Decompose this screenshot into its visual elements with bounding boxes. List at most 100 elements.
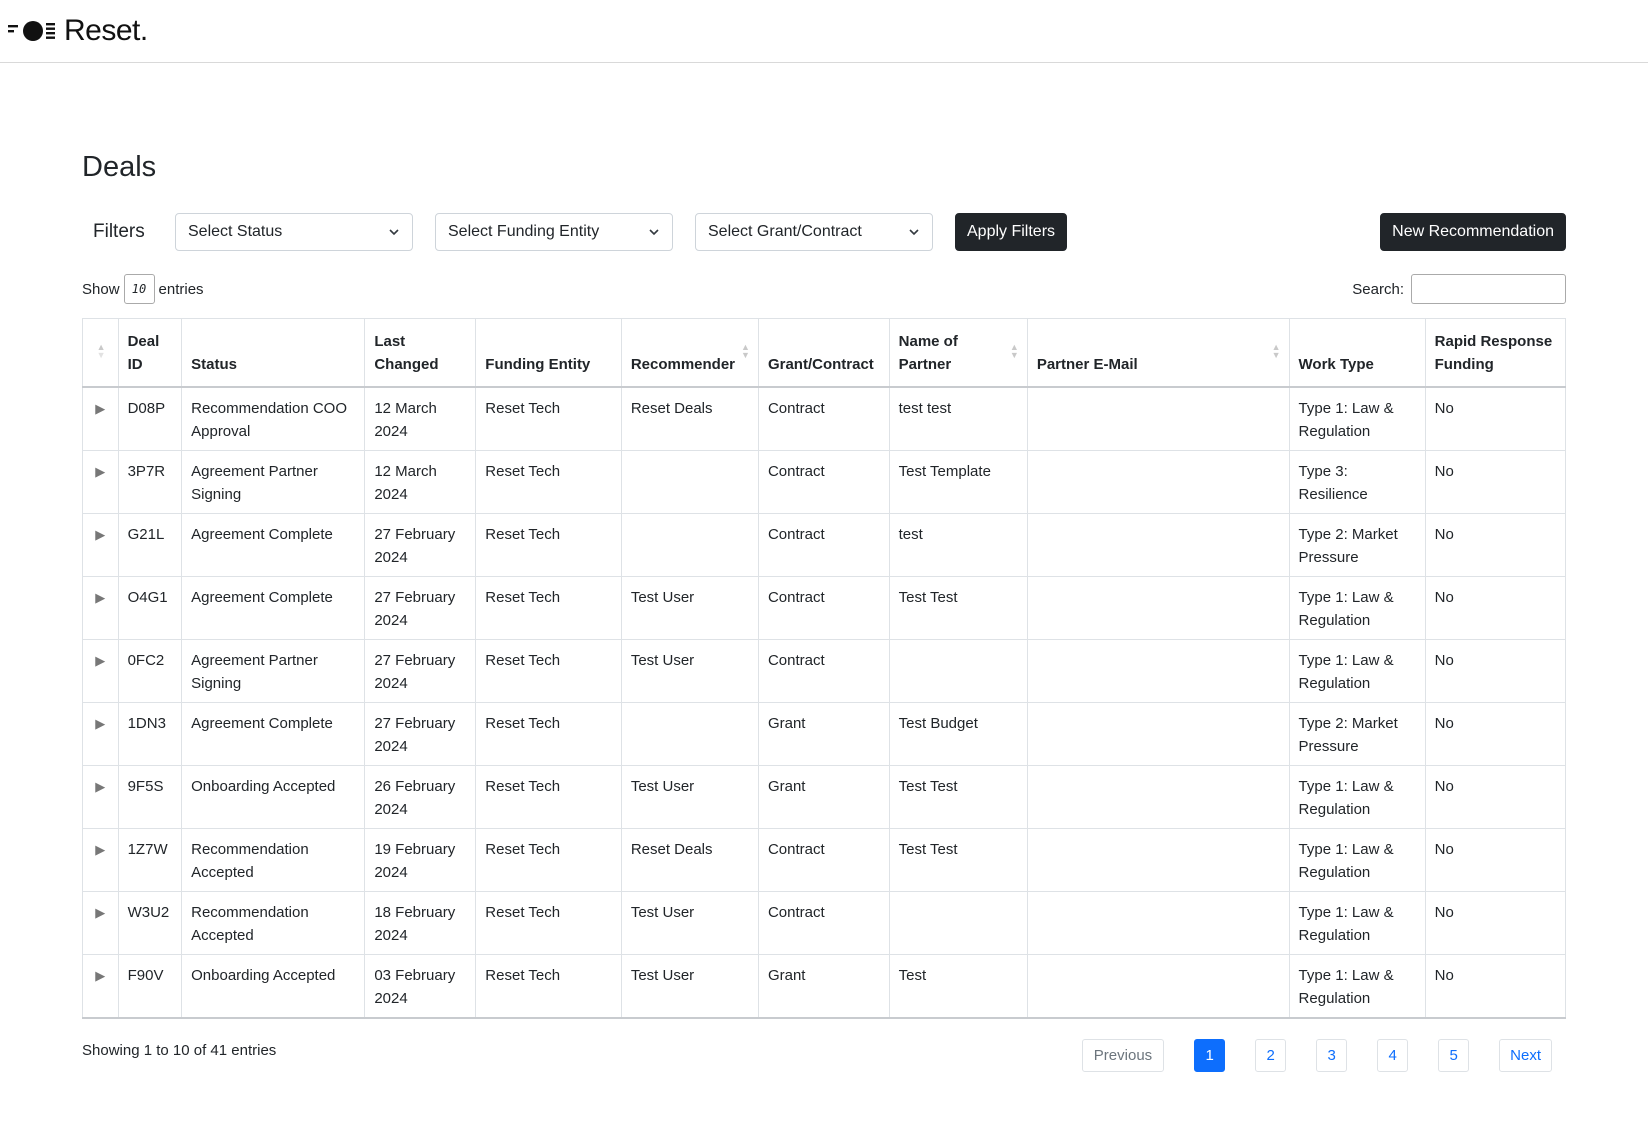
table-row[interactable]: ▶ W3U2 Recommendation Accepted 18 February … <box>82 891 1567 955</box>
expand-row-icon[interactable]: ▶ <box>82 450 119 514</box>
funding-entity-select[interactable]: Select Funding Entity <box>435 213 673 251</box>
column-header-grant-contract[interactable]: Grant/Contract <box>758 318 890 388</box>
column-header-partner-name[interactable]: Name of Partner ▲ ▼ <box>889 318 1028 388</box>
column-header-recommender[interactable]: Recommender ▲ ▼ <box>621 318 759 388</box>
table-row[interactable]: ▶ O4G1 Agreement Complete 27 February 2024 R… <box>82 576 1567 640</box>
cell-last-changed: 26 February 2024 <box>364 765 477 829</box>
expand-row-icon[interactable]: ▶ <box>82 702 119 766</box>
previous-page-button[interactable]: Previous <box>1081 1039 1165 1072</box>
cell-work-type: Type 1: Law & Regulation <box>1289 828 1426 892</box>
cell-work-type: Type 1: Law & Regulation <box>1289 954 1426 1019</box>
table-row[interactable]: ▶ 1Z7W Recommendation Accepted 19 February … <box>82 828 1567 892</box>
column-header-rapid-response[interactable]: Rapid Response Funding <box>1425 318 1567 388</box>
cell-status: Agreement Complete <box>181 513 366 577</box>
cell-deal-id: F90V <box>118 954 183 1019</box>
cell-rapid-response: No <box>1425 702 1567 766</box>
cell-partner-email <box>1027 576 1290 640</box>
cell-work-type: Type 2: Market Pressure <box>1289 513 1426 577</box>
cell-funding-entity: Reset Tech <box>475 702 622 766</box>
page-button-3[interactable]: 3 <box>1316 1039 1348 1072</box>
cell-funding-entity: Reset Tech <box>475 387 622 451</box>
search-input[interactable] <box>1411 274 1566 304</box>
cell-partner-name <box>889 639 1028 703</box>
cell-rapid-response: No <box>1425 954 1567 1019</box>
cell-status: Agreement Partner Signing <box>181 639 366 703</box>
cell-partner-name: test test <box>889 387 1028 451</box>
cell-deal-id: 3P7R <box>118 450 183 514</box>
chevron-down-icon <box>649 229 659 236</box>
expand-row-icon[interactable]: ▶ <box>82 576 119 640</box>
grant-contract-select[interactable]: Select Grant/Contract <box>695 213 933 251</box>
column-header-deal-id[interactable]: Deal ID <box>118 318 183 388</box>
expand-row-icon[interactable]: ▶ <box>82 765 119 829</box>
column-header-work-type[interactable]: Work Type <box>1289 318 1426 388</box>
main-content: Deals Filters Select Status Select Fundi… <box>0 153 1648 1072</box>
expand-column-header[interactable]: ▲ ▼ <box>82 318 119 388</box>
chevron-down-icon <box>909 229 919 236</box>
entries-label: entries <box>158 280 204 298</box>
page-button-1[interactable]: 1 <box>1194 1039 1226 1072</box>
cell-recommender: Test User <box>621 576 759 640</box>
page-button-2[interactable]: 2 <box>1255 1039 1287 1072</box>
cell-deal-id: G21L <box>118 513 183 577</box>
expand-row-icon[interactable]: ▶ <box>82 639 119 703</box>
cell-grant-contract: Contract <box>758 450 890 514</box>
cell-partner-email <box>1027 765 1290 829</box>
expand-row-icon[interactable]: ▶ <box>82 828 119 892</box>
cell-last-changed: 12 March 2024 <box>364 387 477 451</box>
cell-recommender: Test User <box>621 954 759 1019</box>
apply-filters-button[interactable]: Apply Filters <box>955 213 1068 251</box>
cell-recommender: Test User <box>621 765 759 829</box>
cell-partner-email <box>1027 954 1290 1019</box>
column-header-funding-entity[interactable]: Funding Entity <box>475 318 622 388</box>
cell-partner-name: Test Template <box>889 450 1028 514</box>
grant-select-value: Select Grant/Contract <box>708 223 862 240</box>
table-header-row: ▲ ▼ Deal ID Status Last Changed Funding Ent… <box>82 318 1567 388</box>
cell-funding-entity: Reset Tech <box>475 828 622 892</box>
funding-select-value: Select Funding Entity <box>448 223 600 240</box>
cell-last-changed: 19 February 2024 <box>364 828 477 892</box>
expand-row-icon[interactable]: ▶ <box>82 891 119 955</box>
column-header-partner-email[interactable]: Partner E-Mail ▲ ▼ <box>1027 318 1290 388</box>
cell-partner-email <box>1027 702 1290 766</box>
table-row[interactable]: ▶ 9F5S Onboarding Accepted 26 February 2024… <box>82 765 1567 829</box>
table-footer: Showing 1 to 10 of 41 entries Previous 1… <box>82 1039 1566 1072</box>
page-button-5[interactable]: 5 <box>1438 1039 1470 1072</box>
pagination: Previous 1 2 3 4 5 Next <box>1081 1039 1552 1072</box>
cell-last-changed: 27 February 2024 <box>364 576 477 640</box>
column-header-last-changed[interactable]: Last Changed <box>364 318 477 388</box>
page-button-4[interactable]: 4 <box>1377 1039 1409 1072</box>
cell-deal-id: W3U2 <box>118 891 183 955</box>
cell-rapid-response: No <box>1425 387 1567 451</box>
filters-bar: Filters Select Status Select Funding Ent… <box>82 213 1566 251</box>
cell-deal-id: 1DN3 <box>118 702 183 766</box>
expand-row-icon[interactable]: ▶ <box>82 513 119 577</box>
table-row[interactable]: ▶ F90V Onboarding Accepted 03 February 2024… <box>82 954 1567 1019</box>
table-row[interactable]: ▶ G21L Agreement Complete 27 February 2024 R… <box>82 513 1567 577</box>
entries-length: Show 10 entries <box>82 274 204 304</box>
cell-partner-name: Test Budget <box>889 702 1028 766</box>
next-page-button[interactable]: Next <box>1499 1039 1552 1072</box>
entries-length-select[interactable]: 10 <box>123 274 155 304</box>
status-select[interactable]: Select Status <box>175 213 413 251</box>
top-bar: Reset. <box>0 0 1648 63</box>
cell-grant-contract: Grant <box>758 765 890 829</box>
cell-partner-name: Test Test <box>889 576 1028 640</box>
table-row[interactable]: ▶ D08P Recommendation COO Approval 12 March… <box>82 387 1567 451</box>
table-row[interactable]: ▶ 1DN3 Agreement Complete 27 February 2024 R… <box>82 702 1567 766</box>
cell-funding-entity: Reset Tech <box>475 765 622 829</box>
table-row[interactable]: ▶ 3P7R Agreement Partner Signing 12 March 2… <box>82 450 1567 514</box>
cell-deal-id: 0FC2 <box>118 639 183 703</box>
cell-rapid-response: No <box>1425 639 1567 703</box>
column-header-status[interactable]: Status <box>181 318 366 388</box>
cell-last-changed: 12 March 2024 <box>364 450 477 514</box>
new-recommendation-button[interactable]: New Recommendation <box>1380 213 1566 251</box>
table-row[interactable]: ▶ 0FC2 Agreement Partner Signing 27 Februar… <box>82 639 1567 703</box>
cell-recommender <box>621 513 759 577</box>
cell-partner-name: Test Test <box>889 765 1028 829</box>
brand-logo[interactable]: Reset. <box>8 14 148 48</box>
expand-row-icon[interactable]: ▶ <box>82 954 119 1019</box>
expand-row-icon[interactable]: ▶ <box>82 387 119 451</box>
cell-last-changed: 18 February 2024 <box>364 891 477 955</box>
cell-work-type: Type 3: Resilience <box>1289 450 1426 514</box>
